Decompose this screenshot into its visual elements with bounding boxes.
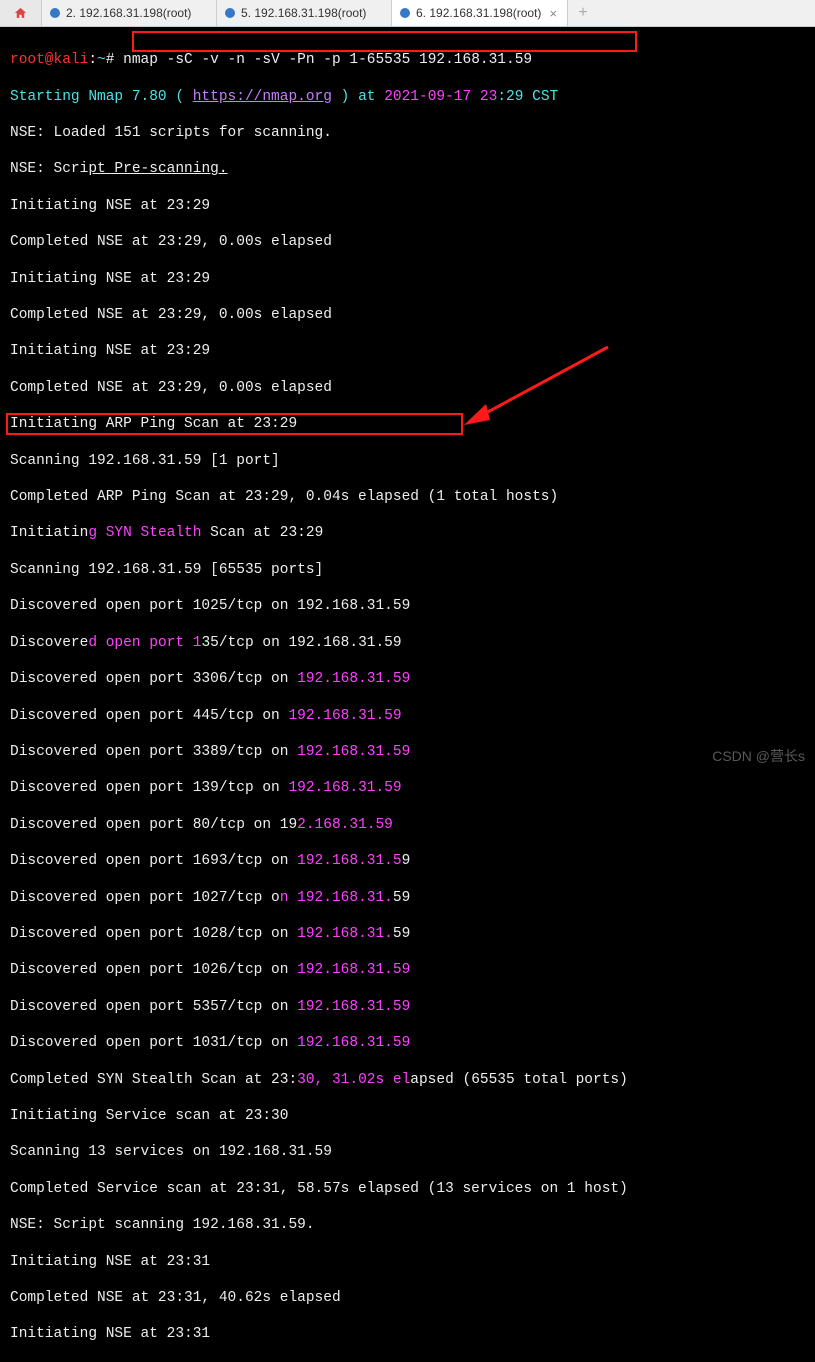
- prompt-line: root@kali:~# nmap -sC -v -n -sV -Pn -p 1…: [10, 51, 805, 69]
- output-line: Discovered open port 1027/tcp on 192.168…: [10, 889, 805, 907]
- output-line: Initiating NSE at 23:29: [10, 270, 805, 288]
- status-dot-icon: [50, 8, 60, 18]
- output-line: Scanning 13 services on 192.168.31.59: [10, 1143, 805, 1161]
- output-line: NSE: Script scanning 192.168.31.59.: [10, 1216, 805, 1234]
- output-line: Discovered open port 1028/tcp on 192.168…: [10, 925, 805, 943]
- output-line: Initiating ARP Ping Scan at 23:29: [10, 415, 805, 433]
- terminal-output: root@kali:~# nmap -sC -v -n -sV -Pn -p 1…: [0, 27, 815, 1362]
- output-line: Discovered open port 1693/tcp on 192.168…: [10, 852, 805, 870]
- output-line: Discovered open port 3389/tcp on 192.168…: [10, 743, 805, 761]
- tab-home-button[interactable]: [0, 0, 42, 26]
- output-line: Discovered open port 3306/tcp on 192.168…: [10, 670, 805, 688]
- status-dot-icon: [400, 8, 410, 18]
- output-line: Initiating NSE at 23:29: [10, 197, 805, 215]
- output-line: Completed NSE at 23:31, 40.62s elapsed: [10, 1289, 805, 1307]
- tab-label: 5. 192.168.31.198(root): [241, 6, 366, 20]
- tab-label: 2. 192.168.31.198(root): [66, 6, 191, 20]
- tab-bar: 2. 192.168.31.198(root) 5. 192.168.31.19…: [0, 0, 815, 27]
- nmap-url-link[interactable]: https://nmap.org: [193, 89, 332, 105]
- output-line: Scanning 192.168.31.59 [65535 ports]: [10, 561, 805, 579]
- output-line: Completed NSE at 23:29, 0.00s elapsed: [10, 306, 805, 324]
- output-line: Completed ARP Ping Scan at 23:29, 0.04s …: [10, 488, 805, 506]
- output-line: Discovered open port 1031/tcp on 192.168…: [10, 1034, 805, 1052]
- output-line: Discovered open port 1025/tcp on 192.168…: [10, 597, 805, 615]
- home-icon: [13, 6, 28, 21]
- close-tab-button[interactable]: ×: [547, 6, 559, 21]
- output-line: Discovered open port 1026/tcp on 192.168…: [10, 961, 805, 979]
- prompt-userhost: root@kali: [10, 52, 88, 68]
- output-line: Initiating Service scan at 23:30: [10, 1107, 805, 1125]
- tab-label: 6. 192.168.31.198(root): [416, 6, 541, 20]
- output-line: Discovered open port 135/tcp on 192.168.…: [10, 634, 805, 652]
- tab-5[interactable]: 5. 192.168.31.198(root): [217, 0, 392, 26]
- output-line: Initiating NSE at 23:31: [10, 1253, 805, 1271]
- output-line: Discovered open port 445/tcp on 192.168.…: [10, 707, 805, 725]
- output-line: Scanning 192.168.31.59 [1 port]: [10, 452, 805, 470]
- output-line: Completed NSE at 23:29, 0.00s elapsed: [10, 379, 805, 397]
- output-line: Completed NSE at 23:29, 0.00s elapsed: [10, 233, 805, 251]
- output-line: Initiating NSE at 23:31: [10, 1325, 805, 1343]
- output-line: Completed SYN Stealth Scan at 23:30, 31.…: [10, 1071, 805, 1089]
- command-text: nmap -sC -v -n -sV -Pn -p 1-65535 192.16…: [123, 52, 532, 68]
- output-line: NSE: Script Pre-scanning.: [10, 160, 805, 178]
- output-line: Discovered open port 5357/tcp on 192.168…: [10, 998, 805, 1016]
- tab-2[interactable]: 2. 192.168.31.198(root): [42, 0, 217, 26]
- add-tab-button[interactable]: +: [568, 0, 598, 26]
- output-line: Initiating NSE at 23:29: [10, 342, 805, 360]
- watermark-text: CSDN @营长s: [712, 746, 805, 766]
- output-line: NSE: Loaded 151 scripts for scanning.: [10, 124, 805, 142]
- status-dot-icon: [225, 8, 235, 18]
- output-line: Discovered open port 139/tcp on 192.168.…: [10, 779, 805, 797]
- output-line: Initiating SYN Stealth Scan at 23:29: [10, 524, 805, 542]
- output-line: Starting Nmap 7.80 ( https://nmap.org ) …: [10, 88, 805, 106]
- tab-6[interactable]: 6. 192.168.31.198(root) ×: [392, 0, 568, 26]
- output-line-highlighted: Discovered open port 80/tcp on 192.168.3…: [10, 816, 805, 834]
- prompt-path: ~: [97, 52, 106, 68]
- output-line: Completed Service scan at 23:31, 58.57s …: [10, 1180, 805, 1198]
